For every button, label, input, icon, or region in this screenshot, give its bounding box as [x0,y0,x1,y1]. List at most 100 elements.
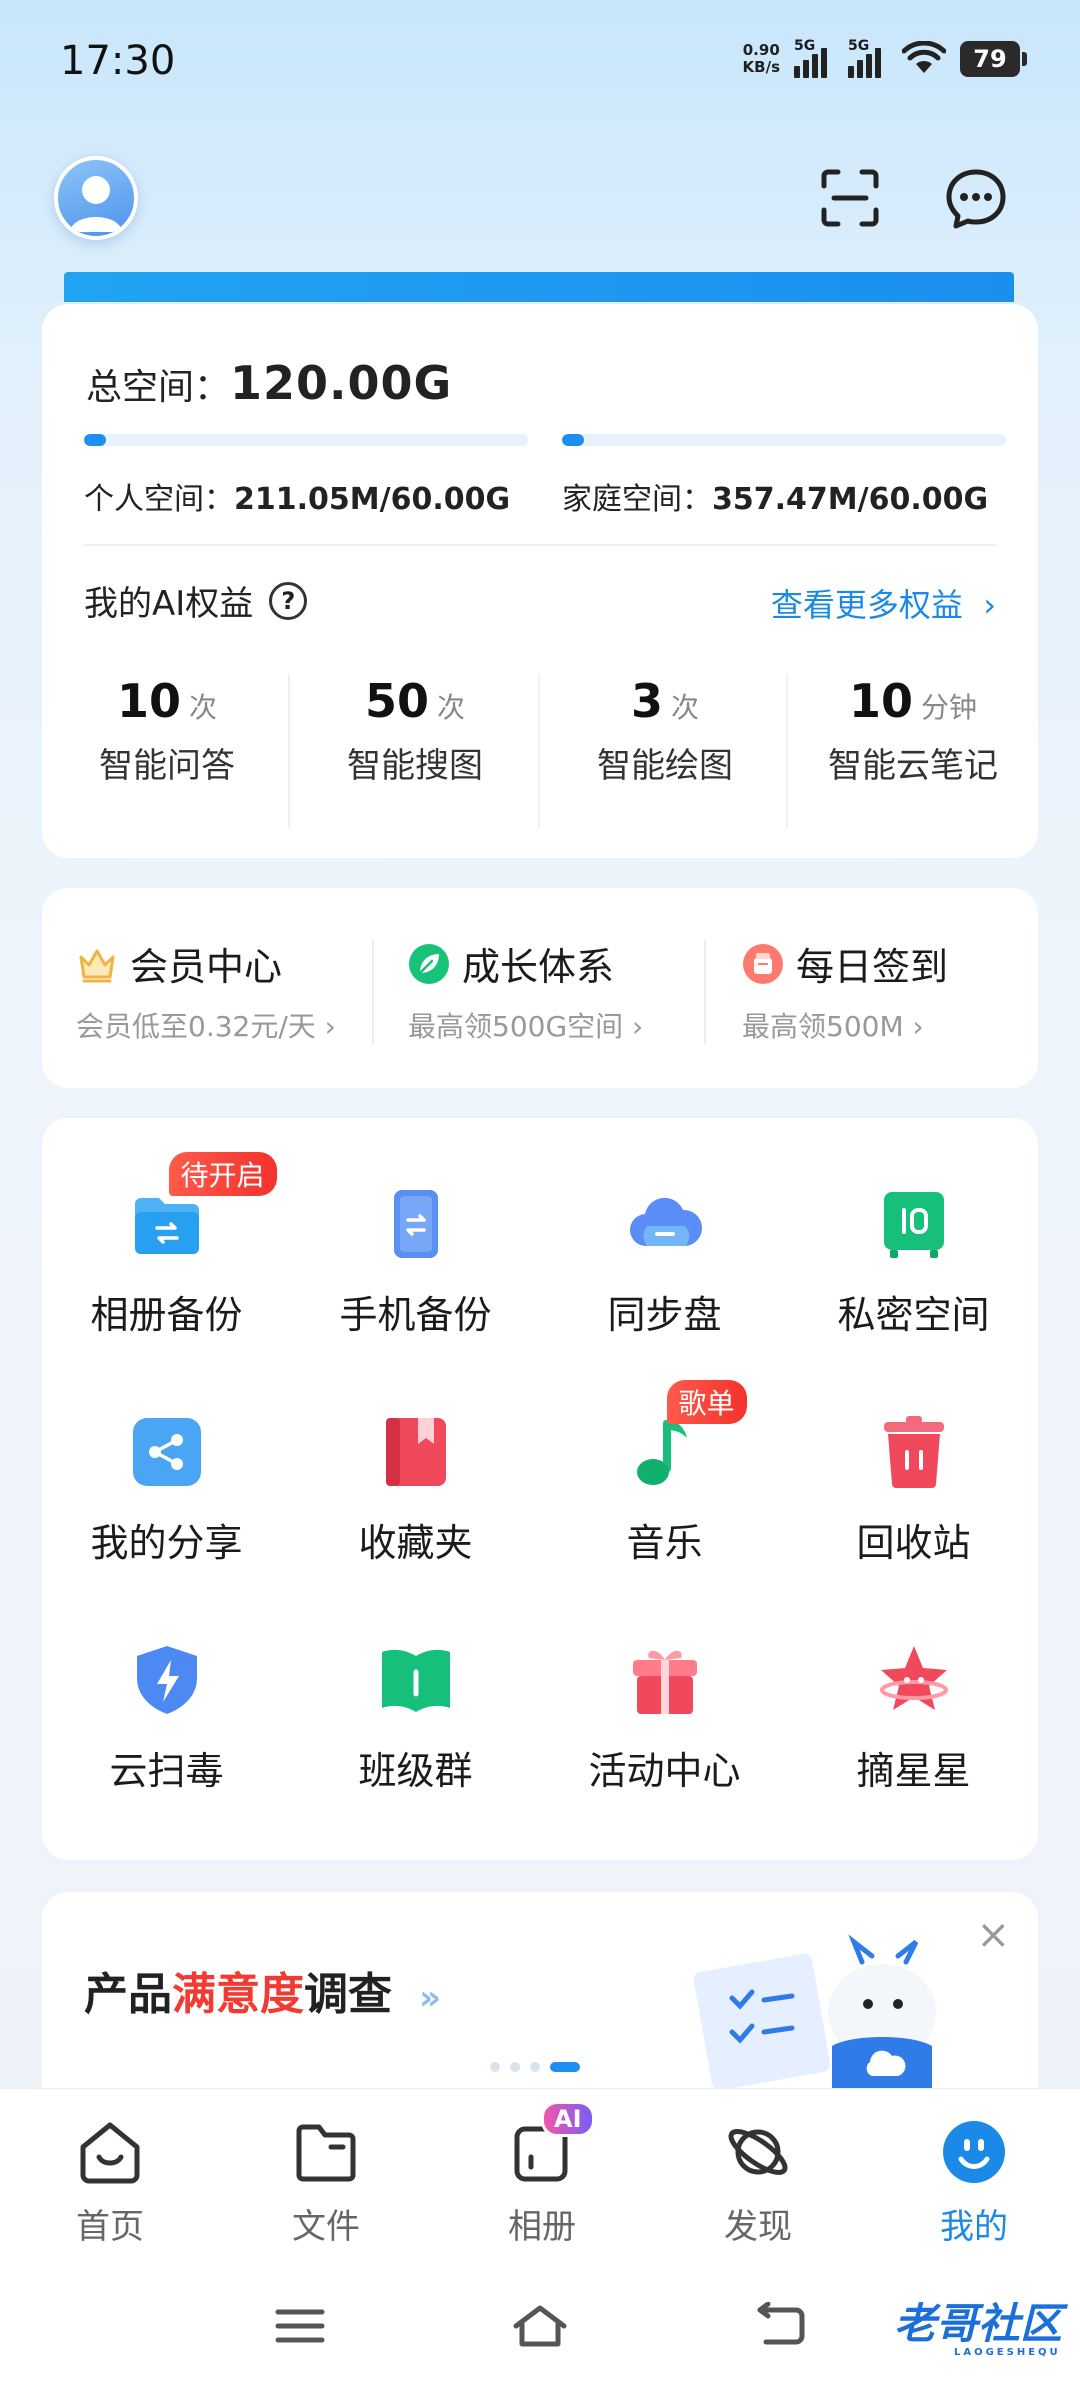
tab-album[interactable]: AI 相册 [472,2101,612,2248]
tab-label: 首页 [76,2207,144,2247]
net-speed-unit: KB/s [742,58,780,76]
total-space-value: 120.00G [230,356,453,410]
personal-space-label: 个人空间： [84,482,234,517]
grid-item-sync-disk[interactable]: 同步盘 [540,1186,789,1339]
benefit-name: 智能搜图 [347,746,483,786]
carousel-dot [510,2062,520,2072]
member-subtitle: 会员低至0.32元/天 › [76,1010,336,1043]
benefit-name: 智能云笔记 [828,746,998,786]
divider [372,940,374,1044]
tab-discover[interactable]: 发现 [688,2117,828,2248]
chevron-right-icon: › [973,586,996,624]
sim1-label: 5G [794,38,816,54]
home-nav-icon[interactable] [510,2302,570,2350]
grid-item-activity-center[interactable]: 活动中心 [540,1642,789,1795]
grid-item-recycle-bin[interactable]: 回收站 [789,1414,1038,1567]
grid-item-phone-backup[interactable]: 手机备份 [291,1186,540,1339]
benefit-count: 10 [116,674,181,728]
class-group-icon [381,1649,450,1712]
close-button[interactable]: × [976,1912,1010,1958]
scan-button[interactable] [818,166,882,230]
grid-item-class-group[interactable]: 班级群 [291,1642,540,1795]
avatar[interactable] [54,156,138,240]
grid-item-label: 音乐 [626,1521,703,1565]
survey-banner[interactable]: 产品满意度调查 » × [42,1892,1038,2092]
member-card: 会员中心 会员低至0.32元/天 › 成长体系 最高领500G空间 › 每日签到… [42,888,1038,1088]
menu-icon[interactable] [272,2302,328,2350]
member-title: 会员中心 [130,945,283,989]
message-icon [946,169,1006,229]
ai-badge: AI [541,2101,595,2137]
daily-checkin-entry[interactable]: 每日签到 最高领500M › [742,936,948,1045]
grid-item-music[interactable]: 歌单 音乐 [540,1380,789,1567]
tab-home[interactable]: 首页 [40,2117,180,2248]
member-center-entry[interactable]: 会员中心 会员低至0.32元/天 › [76,936,336,1045]
grid-item-favorites[interactable]: 收藏夹 [291,1414,540,1567]
profile-smile-icon [943,2121,1005,2183]
family-space-label: 家庭空间： [562,482,712,517]
tab-label: 发现 [724,2207,792,2247]
grid-item-my-share[interactable]: 我的分享 [42,1414,291,1567]
personal-space: 个人空间：211.05M/60.00G [84,474,510,518]
view-more-benefits-link[interactable]: 查看更多权益 › [771,580,996,626]
benefit-count: 50 [364,674,429,728]
member-subtitle: 最高领500M › [742,1010,924,1043]
growth-system-entry[interactable]: 成长体系 最高领500G空间 › [408,936,643,1045]
benefit-count: 3 [630,674,663,728]
carousel-dot-active [550,2062,580,2072]
photo-backup-icon [134,1198,199,1254]
benefit-unit: 次 [671,691,700,724]
battery-indicator: 79 [960,41,1027,77]
member-title: 每日签到 [796,945,949,989]
survey-mascot-illustration [693,1934,936,2092]
signal-icon: 5G [848,38,888,78]
member-title: 成长体系 [462,945,615,989]
survey-title-part: 产品 [84,1969,172,2020]
leaf-icon [409,943,449,984]
grid-item-photo-backup[interactable]: 待开启 相册备份 [42,1152,291,1339]
family-space: 家庭空间：357.47M/60.00G [562,474,988,518]
divider [538,674,540,828]
benefit-item[interactable]: 50 次 智能搜图 [300,674,530,787]
grid-item-label: 手机备份 [339,1293,492,1337]
survey-title-highlight: 满意度 [172,1969,304,2020]
status-time: 17:30 [60,38,176,84]
checkin-icon [743,943,783,984]
divider [704,940,706,1044]
grid-item-antivirus[interactable]: 云扫毒 [42,1642,291,1795]
wifi-icon [902,41,946,73]
carousel-dots [490,2062,580,2072]
personal-space-bar [84,434,528,446]
tab-label: 文件 [292,2207,360,2247]
survey-title: 产品满意度调查 » [84,1958,441,2022]
user-icon [70,176,122,232]
member-subtitle: 最高领500G空间 › [408,1010,644,1043]
tab-files[interactable]: 文件 [256,2117,396,2248]
grid-item-pick-stars[interactable]: 摘星星 [789,1642,1038,1795]
antivirus-shield-icon [136,1646,197,1714]
tab-mine[interactable]: 我的 [904,2117,1044,2248]
survey-title-part: 调查 [304,1969,392,2020]
watermark-subtitle: LAOGESHEQU [953,2347,1061,2358]
benefit-item[interactable]: 10 次 智能问答 [52,674,282,787]
grid-item-label: 同步盘 [607,1293,722,1337]
crown-icon [79,949,115,982]
grid-item-private-space[interactable]: 私密空间 [789,1186,1038,1339]
benefit-item[interactable]: 10 分钟 智能云笔记 [798,674,1028,787]
help-icon[interactable]: ? [269,581,308,620]
benefit-item[interactable]: 3次 智能绘图 [550,674,780,787]
family-space-fill [562,434,585,446]
feature-grid: 待开启 相册备份 手机备份 同步盘 私密空间 我的分享 收藏夹 歌单 音乐 回收… [42,1118,1038,1860]
message-button[interactable] [944,166,1008,230]
back-icon[interactable] [752,2302,808,2350]
share-icon [132,1418,201,1486]
ai-benefits-title: 我的AI权益 ? [84,576,308,625]
pending-tag: 待开启 [168,1152,277,1196]
storage-card[interactable]: 总空间：120.00G 个人空间：211.05M/60.00G 家庭空间：357… [42,304,1038,858]
net-speed-value: 0.90 [742,41,780,59]
personal-space-value: 211.05M/60.00G [234,482,511,517]
total-space-label: 总空间： [86,367,231,408]
watermark-title: 老哥社区 [893,2299,1062,2348]
trash-icon [883,1416,944,1488]
grid-item-label: 收藏夹 [358,1521,473,1565]
